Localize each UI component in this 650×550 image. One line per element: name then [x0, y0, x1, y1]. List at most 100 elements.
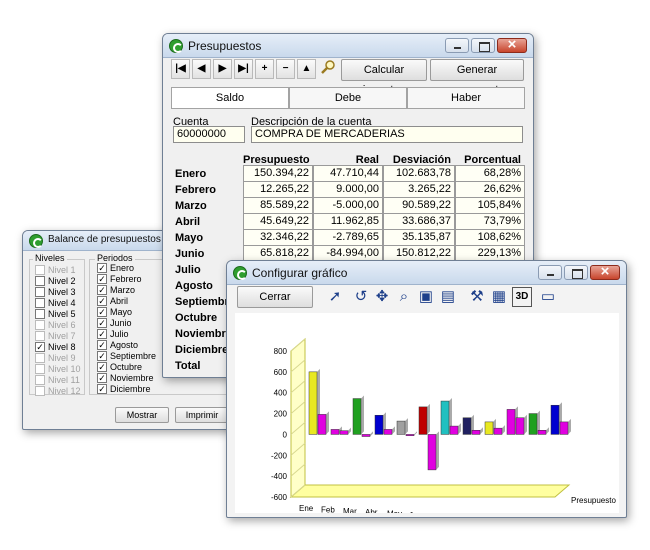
table-cell[interactable]: 3.265,22	[383, 181, 455, 198]
previous-record-button[interactable]: ◀	[192, 59, 211, 79]
nivel-checkbox[interactable]	[35, 320, 45, 330]
bar	[396, 420, 406, 435]
chart-wall	[290, 337, 306, 499]
nivel-label: Nivel 2	[48, 276, 76, 286]
periodo-checkbox[interactable]: ✓	[97, 351, 107, 361]
nivel-checkbox[interactable]	[35, 309, 45, 319]
delete-record-button[interactable]: −	[276, 59, 295, 79]
nivel-checkbox[interactable]	[35, 386, 45, 396]
search-icon[interactable]	[318, 59, 337, 79]
first-record-button[interactable]: |◀	[171, 59, 190, 79]
move-icon[interactable]: ✥	[372, 287, 392, 307]
niveles-label: Niveles	[33, 253, 67, 263]
bar-side	[361, 395, 364, 435]
nivel-checkbox[interactable]	[35, 276, 45, 286]
close-button[interactable]	[590, 263, 620, 280]
month-label: Total	[175, 360, 201, 372]
zoom-icon[interactable]: ⌕	[394, 287, 414, 307]
periodo-checkbox[interactable]: ✓	[97, 362, 107, 372]
export-icon[interactable]: ▣	[416, 287, 436, 307]
imprimir-button[interactable]: Imprimir	[175, 407, 229, 423]
periodo-checkbox[interactable]: ✓	[97, 384, 107, 394]
title-bar[interactable]: Configurar gráfico	[227, 261, 626, 285]
periodo-checkbox[interactable]: ✓	[97, 296, 107, 306]
bar	[484, 421, 494, 435]
tab-debe[interactable]: Debe	[289, 87, 407, 109]
mostrar-button[interactable]: Mostrar	[115, 407, 169, 423]
table-cell[interactable]: 68,28%	[455, 165, 525, 182]
calcular-importes-button[interactable]: Calcular importes	[341, 59, 427, 96]
pointer-icon[interactable]: ➚	[325, 287, 345, 307]
table-cell[interactable]: 85.589,22	[243, 197, 313, 214]
periodo-checkbox[interactable]: ✓	[97, 274, 107, 284]
periodo-checkbox[interactable]: ✓	[97, 285, 107, 295]
minimize-button[interactable]	[445, 38, 469, 53]
nivel-checkbox[interactable]	[35, 375, 45, 385]
table-cell[interactable]: 12.265,22	[243, 181, 313, 198]
periodo-checkbox[interactable]: ✓	[97, 318, 107, 328]
print-preview-icon[interactable]: ▦	[489, 287, 509, 307]
bar	[427, 434, 437, 471]
table-cell[interactable]: 9.000,00	[313, 181, 383, 198]
title-bar[interactable]: Presupuestos	[163, 34, 533, 58]
table-cell[interactable]: 11.962,85	[313, 213, 383, 230]
periodo-checkbox[interactable]: ✓	[97, 373, 107, 383]
next-record-button[interactable]: ▶	[213, 59, 232, 79]
cerrar-button[interactable]: Cerrar	[237, 286, 313, 308]
bar-side	[326, 411, 329, 435]
table-cell[interactable]: 102.683,78	[383, 165, 455, 182]
nivel-checkbox[interactable]	[35, 331, 45, 341]
table-cell[interactable]: -5.000,00	[313, 197, 383, 214]
add-record-button[interactable]: +	[255, 59, 274, 79]
descripcion-field[interactable]: COMPRA DE MERCADERIAS	[251, 126, 523, 143]
x-tick-label: Mar	[343, 507, 357, 513]
nivel-label: Nivel 8	[48, 342, 76, 352]
periodo-checkbox[interactable]: ✓	[97, 307, 107, 317]
cuenta-field[interactable]: 60000000	[173, 126, 245, 143]
tools-icon[interactable]: ⚒	[467, 287, 487, 307]
nivel-checkbox[interactable]	[35, 265, 45, 275]
generar-presupuestos-button[interactable]: Generar presupuestos	[430, 59, 524, 96]
table-cell[interactable]: 45.649,22	[243, 213, 313, 230]
table-cell[interactable]: 108,62%	[455, 229, 525, 246]
edit-icon[interactable]: ▤	[438, 287, 458, 307]
save-icon[interactable]: ▭	[538, 287, 558, 307]
tab-haber[interactable]: Haber	[407, 87, 525, 109]
window-title: Balance de presupuestos	[48, 234, 161, 245]
maximize-button[interactable]	[471, 38, 495, 53]
bar-side	[458, 423, 461, 435]
periodo-label: Julio	[110, 329, 129, 339]
y-tick-label: -400	[271, 472, 288, 481]
nivel-checkbox[interactable]	[35, 287, 45, 297]
table-cell[interactable]: 35.135,87	[383, 229, 455, 246]
3d-icon[interactable]: 3D	[512, 287, 532, 307]
bar	[339, 430, 349, 435]
bar	[515, 417, 525, 435]
table-cell[interactable]: 90.589,22	[383, 197, 455, 214]
minimize-button[interactable]	[538, 265, 562, 280]
nivel-checkbox[interactable]	[35, 364, 45, 374]
tab-saldo[interactable]: Saldo	[171, 87, 289, 109]
periodo-checkbox[interactable]: ✓	[97, 263, 107, 273]
nivel-label: Nivel 10	[48, 364, 81, 374]
table-cell[interactable]: 105,84%	[455, 197, 525, 214]
periodo-checkbox[interactable]: ✓	[97, 340, 107, 350]
periodo-checkbox[interactable]: ✓	[97, 329, 107, 339]
nivel-checkbox[interactable]	[35, 298, 45, 308]
maximize-button[interactable]	[564, 265, 588, 280]
table-cell[interactable]: 47.710,44	[313, 165, 383, 182]
table-cell[interactable]: 32.346,22	[243, 229, 313, 246]
rotate-icon[interactable]: ↺	[351, 287, 371, 307]
nivel-checkbox[interactable]	[35, 353, 45, 363]
table-cell[interactable]: 26,62%	[455, 181, 525, 198]
close-button[interactable]	[497, 36, 527, 53]
nivel-checkbox[interactable]: ✓	[35, 342, 45, 352]
last-record-button[interactable]: ▶|	[234, 59, 253, 79]
table-cell[interactable]: 73,79%	[455, 213, 525, 230]
table-cell[interactable]: 150.394,22	[243, 165, 313, 182]
app-icon	[169, 39, 183, 53]
table-cell[interactable]: 33.686,37	[383, 213, 455, 230]
up-button[interactable]: ▲	[297, 59, 316, 79]
series-label: Presupuesto	[571, 496, 616, 505]
table-cell[interactable]: -2.789,65	[313, 229, 383, 246]
